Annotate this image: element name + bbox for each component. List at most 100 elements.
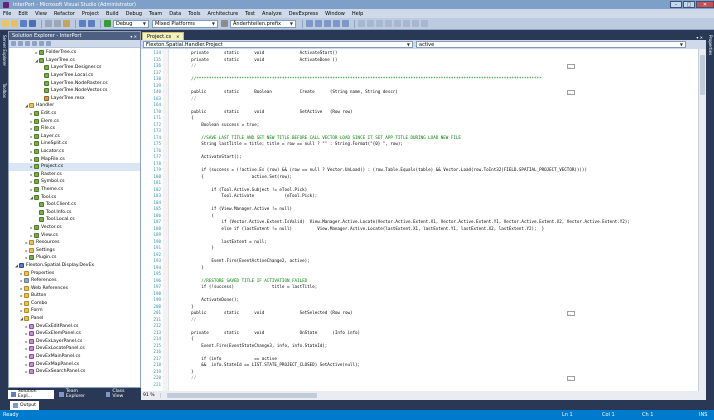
tree-node[interactable]: ▸ DevExSearchPanel.cs	[9, 368, 140, 376]
tab-project-cs[interactable]: Project.cs ✕	[142, 32, 185, 40]
menu-item-help[interactable]: Help	[352, 11, 363, 17]
tree-node[interactable]: ▸ References	[9, 277, 140, 285]
menu-item-analyze[interactable]: Analyze	[262, 11, 282, 17]
tree-node[interactable]: ▸ DevExLocatePanel.cs	[9, 345, 140, 353]
solution-platform-dropdown[interactable]: Mixed Platforms ▼	[152, 19, 218, 28]
tree-node[interactable]: ▸ LineSplit.cs	[9, 140, 140, 148]
horizontal-scrollbar-thumb[interactable]	[167, 393, 317, 398]
maximize-button[interactable]: □	[683, 1, 695, 8]
view-class-diagram-icon[interactable]	[46, 41, 51, 46]
save-icon[interactable]	[20, 20, 27, 27]
comment-icon[interactable]	[376, 20, 383, 27]
tree-node[interactable]: ▸ Combo	[9, 300, 140, 308]
menu-item-debug[interactable]: Debug	[126, 11, 142, 17]
tree-node[interactable]: ◢ Handler	[9, 102, 140, 110]
copy-icon[interactable]	[54, 20, 61, 27]
tree-node[interactable]: ◢ LayerTree.cs	[9, 57, 140, 65]
menu-item-test[interactable]: Test	[245, 11, 255, 17]
solution-explorer-tab[interactable]: Solution Expl...	[8, 389, 55, 399]
tree-node[interactable]: ▸ DevExEditPanel.cs	[9, 322, 140, 330]
tree-node[interactable]: ▸ Layer.cs	[9, 133, 140, 141]
tree-node[interactable]: ▸ MapFile.cs	[9, 155, 140, 163]
close-button[interactable]: ✕	[696, 1, 714, 8]
tree-node[interactable]: Tool.Local.cs	[9, 216, 140, 224]
collapsed-region-icon[interactable]: ...	[567, 63, 575, 69]
menu-item-devexpress[interactable]: DevExpress	[289, 11, 318, 17]
view-code-icon[interactable]	[32, 41, 37, 46]
tree-node[interactable]: ▸ Elem.cs	[9, 117, 140, 125]
tree-node[interactable]: ▸ DevExMapPanel.cs	[9, 360, 140, 368]
paste-icon[interactable]	[63, 20, 70, 27]
indent-icon[interactable]	[358, 20, 365, 27]
team-explorer-tab[interactable]: Team Explorer	[56, 389, 100, 399]
scrollbar-thumb[interactable]	[700, 55, 705, 95]
close-tab-icon[interactable]: ✕	[176, 34, 179, 39]
menu-item-team[interactable]: Team	[149, 11, 162, 17]
tree-node[interactable]: ◢ Tool.cs	[9, 193, 140, 201]
tab-overflow-icon[interactable]: ▾ ✕	[696, 35, 703, 40]
outdent-icon[interactable]	[367, 20, 374, 27]
class-view-tab[interactable]: Class View	[103, 389, 139, 399]
show-all-files-icon[interactable]	[18, 41, 23, 46]
open-folder-icon[interactable]	[11, 20, 18, 27]
next-bookmark-icon[interactable]	[412, 20, 419, 27]
tree-node[interactable]: ▸ DevExMainPanel.cs	[9, 353, 140, 361]
cut-icon[interactable]	[45, 20, 52, 27]
solution-explorer-icon[interactable]	[306, 20, 313, 27]
save-all-icon[interactable]	[29, 20, 36, 27]
tree-node[interactable]: ▸ Plugin.cs	[9, 254, 140, 262]
vertical-scrollbar[interactable]	[698, 49, 706, 391]
tree-node[interactable]: ◢ Flexton.Spatial.Display.DevEx	[9, 262, 140, 270]
tree-node[interactable]: ▸ Project.cs	[9, 162, 140, 171]
tree-node[interactable]: ▸ Raster.cs	[9, 171, 140, 179]
pane-options-icon[interactable]: ▾ ✕	[130, 34, 137, 39]
collapsed-region-icon[interactable]: ...	[567, 310, 575, 316]
tree-node[interactable]: ▸ Resources	[9, 239, 140, 247]
properties-tab[interactable]: Properties	[707, 35, 713, 55]
tree-node[interactable]: ▸ DevExElemPanel.cs	[9, 330, 140, 338]
start-debugging-icon[interactable]	[104, 20, 111, 27]
find-in-files-icon[interactable]	[221, 20, 228, 27]
tree-node[interactable]: LayerTree.Designer.cs	[9, 64, 140, 72]
solution-configuration-dropdown[interactable]: Debug ▼	[113, 19, 149, 28]
members-dropdown[interactable]: active ▼	[416, 41, 686, 48]
tree-node[interactable]: ▸ Vector.cs	[9, 224, 140, 232]
tree-node[interactable]: ▸ Theme.cs	[9, 186, 140, 194]
tree-node[interactable]: ▸ Symbol.cs	[9, 178, 140, 186]
tree-node[interactable]: ▸ Form	[9, 307, 140, 315]
zoom-level[interactable]: 91 %	[141, 393, 161, 398]
code-editor[interactable]: 134 private static void ActivateStart() 1…	[141, 49, 706, 391]
tree-node[interactable]: LayerTree.resx	[9, 95, 140, 103]
server-explorer-tab[interactable]: Server Explorer	[1, 35, 7, 66]
menu-item-tools[interactable]: Tools	[188, 11, 200, 17]
minimize-button[interactable]: –	[670, 1, 682, 8]
menu-item-architecture[interactable]: Architecture	[208, 11, 239, 17]
types-dropdown[interactable]: Flexton.Spatial.Handler.Project ▼	[143, 41, 413, 48]
tree-node[interactable]: ▸ File.cs	[9, 125, 140, 133]
tree-node[interactable]: Tool.Info.cs	[9, 208, 140, 216]
tree-node[interactable]: LayerTree.Local.cs	[9, 72, 140, 80]
menu-item-view[interactable]: View	[35, 11, 47, 17]
undo-icon[interactable]	[79, 20, 86, 27]
tree-node[interactable]: ▸ Properties	[9, 269, 140, 277]
tree-node[interactable]: ▸ Edit.cs	[9, 110, 140, 118]
tree-node[interactable]: ▸ Settings	[9, 246, 140, 254]
tree-node[interactable]: LayerTree.NodeVector.cs	[9, 87, 140, 95]
tree-node[interactable]: ▸ Locator.cs	[9, 148, 140, 156]
tree-node[interactable]: ◢ Panel	[9, 315, 140, 323]
toolbox-tab[interactable]: Toolbox	[1, 83, 7, 98]
clear-bookmarks-icon[interactable]	[421, 20, 428, 27]
find-combo[interactable]: Änderhteilen.prefix ▼	[230, 19, 296, 28]
redo-icon[interactable]	[88, 20, 95, 27]
properties-icon[interactable]	[11, 41, 16, 46]
menu-item-edit[interactable]: Edit	[18, 11, 28, 17]
menu-item-project[interactable]: Project	[82, 11, 99, 17]
tree-node[interactable]: ▸ Web References	[9, 284, 140, 292]
view-designer-icon[interactable]	[39, 41, 44, 46]
properties-icon[interactable]	[315, 20, 322, 27]
tree-node[interactable]: Tool.Client.cs	[9, 201, 140, 209]
output-tab[interactable]: Output	[10, 400, 39, 410]
tree-node[interactable]: ▸ Button	[9, 292, 140, 300]
menu-item-file[interactable]: File	[3, 11, 11, 17]
start-page-icon[interactable]	[342, 20, 349, 27]
